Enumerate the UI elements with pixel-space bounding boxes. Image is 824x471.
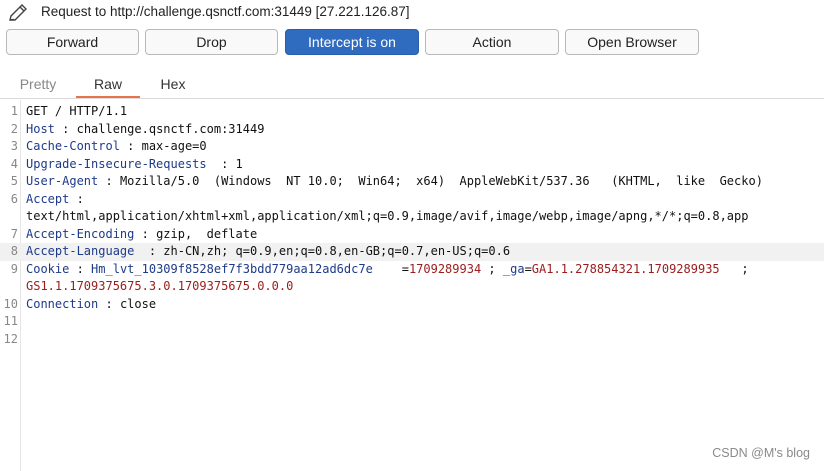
drop-button[interactable]: Drop [145,29,278,55]
header-user-agent: 5 User-Agent : Mozilla/5.0 (Windows NT 1… [0,173,824,191]
header-name: Upgrade-Insecure-Requests [26,156,207,171]
line-number: 12 [3,331,18,346]
header-cache-control: 3 Cache-Control : max-age=0 [0,138,824,156]
request-line: 1 GET / HTTP/1.1 [0,103,824,121]
tab-pretty[interactable]: Pretty [8,72,68,96]
header-separator: : [69,191,84,206]
header-name: Accept-Encoding [26,226,135,241]
header-cookie-continuation: GS1.1.1709375675.3.0.1709375675.0.0.0 [0,278,824,296]
header-separator: : [69,261,92,276]
header-value: text/html,application/xhtml+xml,applicat… [26,209,749,223]
header-value: close [119,296,157,311]
cookie-equals: = [524,261,532,276]
cookie-value: GS1.1.1709375675.3.0.1709375675.0.0.0 [26,279,294,293]
header-separator: : [206,156,236,171]
cookie-separator: ; [481,261,503,276]
header-name: Cache-Control [26,139,120,153]
header-name: User-Agent [26,174,99,188]
cookie-value: 1709289934 [408,261,482,276]
cookie-separator: ; [719,261,749,276]
request-line-text: GET / HTTP/1.1 [26,104,128,118]
header-accept-language: 8 Accept-Language : zh-CN,zh; q=0.9,en;q… [0,243,824,261]
tab-raw[interactable]: Raw [76,72,140,99]
header-name: Cookie [26,261,70,276]
header-value: 1 [235,156,243,171]
line-number: 1 [10,104,18,118]
forward-button[interactable]: Forward [6,29,139,55]
tab-hex[interactable]: Hex [148,72,198,96]
empty-line: 12 [0,331,824,349]
line-number: 4 [10,156,18,171]
line-number: 6 [10,191,18,206]
header-name: Connection [26,296,99,311]
cookie-equals: = [372,261,409,276]
line-number: 8 [10,244,18,258]
header-separator: : [54,121,77,136]
line-number: 11 [3,314,18,328]
header-separator: : [134,244,164,258]
window-title: Request to http://challenge.qsnctf.com:3… [41,4,410,19]
watermark-text: CSDN @M's blog [712,446,810,460]
header-separator: : [98,174,120,188]
open-browser-button[interactable]: Open Browser [565,29,699,55]
line-number: 5 [10,174,18,188]
header-accept: 6 Accept : [0,191,824,209]
line-number: 3 [10,139,18,153]
cookie-value: GA1.1.278854321.1709289935 [531,261,720,276]
header-value: max-age=0 [141,139,207,153]
header-accept-continuation: text/html,application/xhtml+xml,applicat… [0,208,824,226]
line-number: 9 [10,261,18,276]
header-name: Accept-Language [26,244,135,258]
action-button[interactable]: Action [425,29,559,55]
header-separator: : [98,296,120,311]
empty-line: 11 [0,313,824,331]
title-bar: Request to http://challenge.qsnctf.com:3… [0,0,824,26]
header-host: 2 Host : challenge.qsnctf.com:31449 [0,121,824,139]
pencil-icon [9,4,27,21]
header-name: Accept [26,191,70,206]
header-separator: : [134,226,157,241]
header-name: Host [26,121,55,136]
line-number: 10 [3,296,18,311]
header-upgrade-insecure-requests: 4 Upgrade-Insecure-Requests : 1 [0,156,824,174]
cookie-name: Hm_lvt_10309f8528ef7f3bdd779aa12ad6dc7e [91,261,373,276]
intercept-toggle-button[interactable]: Intercept is on [285,29,419,55]
cookie-name: _ga [502,261,525,276]
line-number: 7 [10,226,18,241]
header-cookie: 9 Cookie : Hm_lvt_10309f8528ef7f3bdd779a… [0,261,824,279]
header-value: zh-CN,zh; q=0.9,en;q=0.8,en-GB;q=0.7,en-… [163,244,511,258]
request-editor[interactable]: 1 GET / HTTP/1.1 2 Host : challenge.qsnc… [0,100,824,471]
tabs-divider [0,98,824,99]
toolbar: Forward Drop Intercept is on Action Open… [0,29,824,57]
view-tabs: Pretty Raw Hex [0,72,824,99]
header-value: challenge.qsnctf.com:31449 [76,121,265,136]
header-accept-encoding: 7 Accept-Encoding : gzip, deflate [0,226,824,244]
header-value: gzip, deflate [156,226,258,241]
line-number: 2 [10,121,18,136]
header-separator: : [119,139,142,153]
header-connection: 10 Connection : close [0,296,824,314]
header-value: Mozilla/5.0 (Windows NT 10.0; Win64; x64… [119,174,763,188]
